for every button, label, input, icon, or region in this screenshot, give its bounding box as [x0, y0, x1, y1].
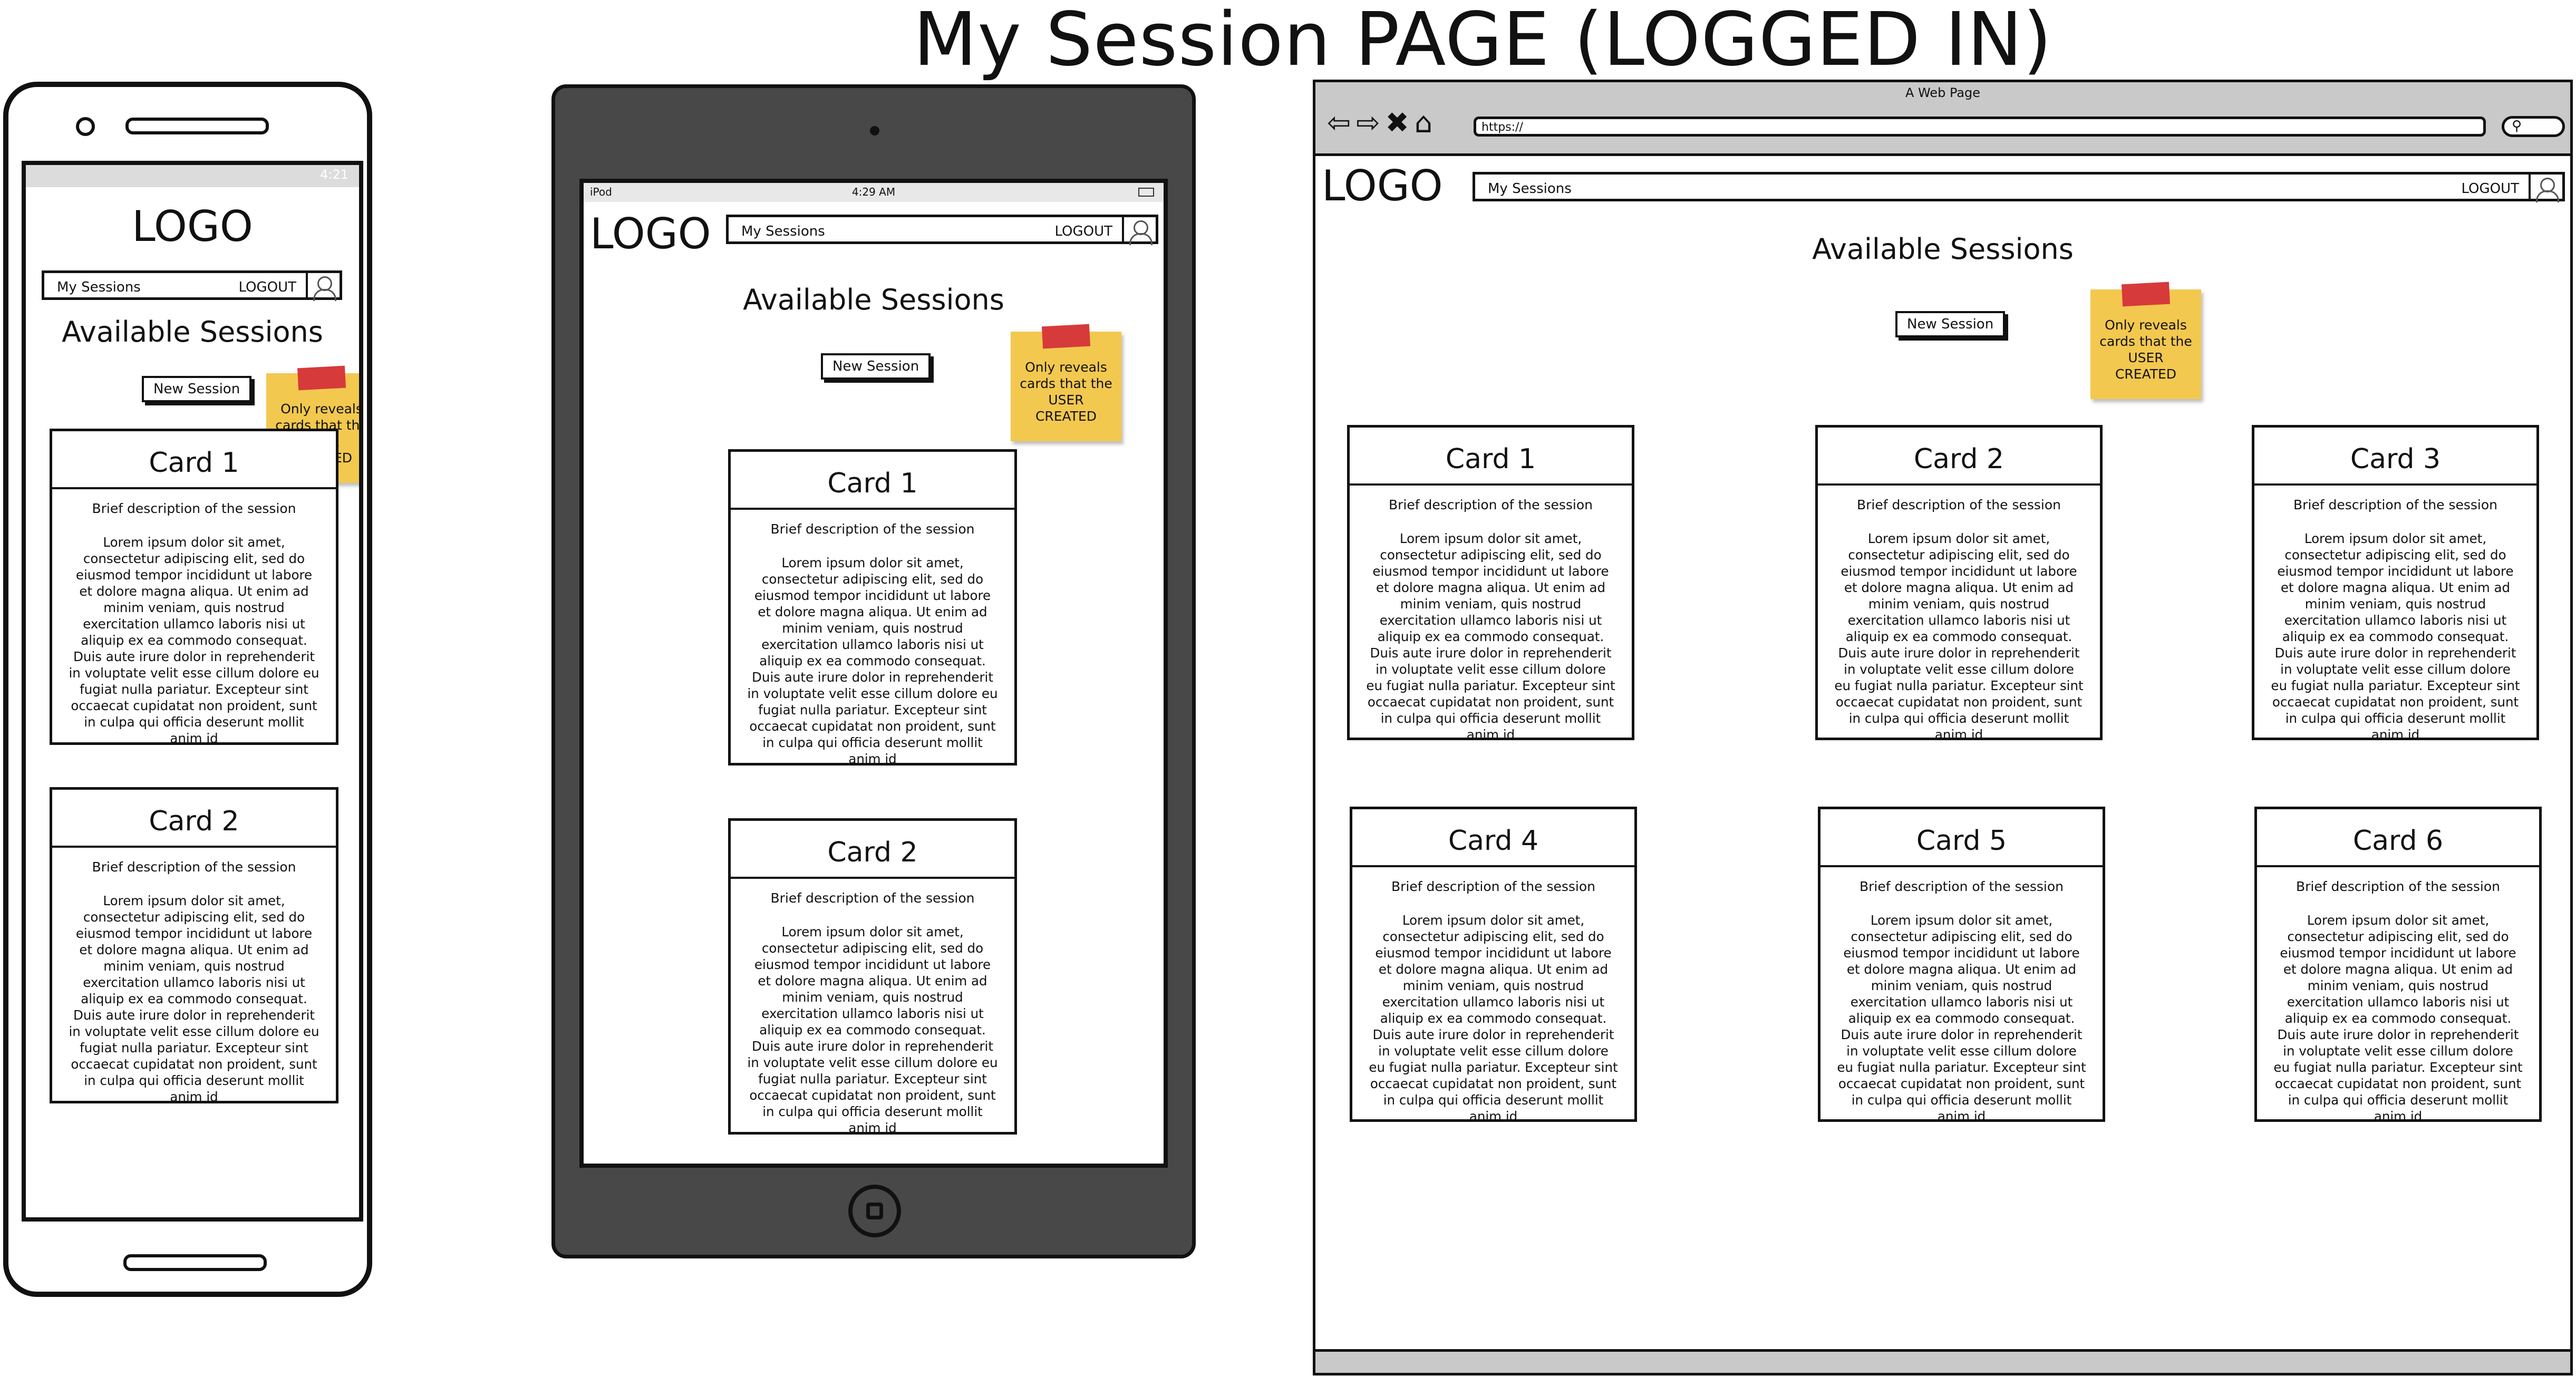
phone-camera-icon [76, 117, 95, 136]
card-description: Brief description of the session [770, 521, 975, 537]
tablet-status-time: 4:29 AM [851, 186, 896, 198]
logo[interactable]: LOGO [590, 209, 711, 258]
tablet-camera-icon [870, 126, 879, 135]
card-title: Card 2 [1818, 428, 2100, 486]
card-body: Lorem ipsum dolor sit amet, consectetur … [69, 893, 319, 1104]
session-card[interactable]: Card 2 Brief description of the session … [50, 787, 338, 1104]
battery-icon [1138, 188, 1154, 197]
card-title: Card 4 [1352, 809, 1634, 867]
logout-button[interactable]: LOGOUT [2461, 181, 2519, 197]
sticky-note-text: Only reveals cards that the USER CREATED [2099, 317, 2192, 382]
phone-speaker-icon [125, 118, 269, 134]
card-title: Card 2 [731, 821, 1014, 879]
card-title: Card 2 [52, 790, 336, 848]
card-title: Card 1 [52, 431, 336, 489]
search-icon[interactable]: ⚲ [2502, 116, 2565, 137]
card-body: Lorem ipsum dolor sit amet, consectetur … [2271, 531, 2520, 742]
new-session-button[interactable]: New Session [142, 376, 252, 402]
session-card[interactable]: Card 1 Brief description of the session … [1347, 425, 1634, 742]
browser-status-bar [1315, 1349, 2570, 1373]
card-body: Lorem ipsum dolor sit amet, consectetur … [2273, 913, 2523, 1124]
available-sessions-heading: Available Sessions [62, 315, 323, 348]
phone-home-bar-icon [123, 1254, 267, 1271]
new-session-button[interactable]: New Session [1895, 311, 2006, 337]
card-title: Card 1 [731, 452, 1014, 510]
session-card[interactable]: Card 1 Brief description of the session … [728, 449, 1017, 767]
phone-screen: 4:21 LOGO My Sessions LOGOUT Available S… [22, 161, 363, 1222]
logout-button[interactable]: LOGOUT [1054, 224, 1112, 239]
tablet-mockup: iPod 4:29 AM LOGO My Sessions LOGOUT Ava… [551, 84, 1196, 1258]
card-description: Brief description of the session [1388, 497, 1593, 512]
back-arrow-icon[interactable]: ⇦ [1327, 106, 1356, 139]
nav-bar: My Sessions LOGOUT [42, 270, 342, 301]
tape-icon [297, 365, 346, 391]
nav-bar: My Sessions LOGOUT [726, 215, 1158, 245]
card-description: Brief description of the session [1859, 879, 2064, 894]
browser-chrome: A Web Page ⇦⇨✖⌂ https:// ⚲ [1315, 82, 2570, 156]
logo[interactable]: LOGO [26, 202, 359, 251]
session-card[interactable]: Card 5 Brief description of the session … [1818, 807, 2105, 1124]
browser-nav-icons: ⇦⇨✖⌂ [1327, 106, 1438, 139]
tape-icon [2121, 282, 2171, 307]
tablet-screen: iPod 4:29 AM LOGO My Sessions LOGOUT Ava… [579, 179, 1168, 1168]
card-description: Brief description of the session [770, 890, 975, 906]
user-avatar-icon[interactable] [1122, 217, 1156, 245]
logout-button[interactable]: LOGOUT [238, 279, 296, 295]
card-description: Brief description of the session [2293, 497, 2497, 512]
session-card[interactable]: Card 1 Brief description of the session … [50, 429, 338, 746]
available-sessions-heading: Available Sessions [743, 283, 1004, 316]
card-body: Lorem ipsum dolor sit amet, consectetur … [1834, 531, 2084, 742]
card-body: Lorem ipsum dolor sit amet, consectetur … [69, 535, 319, 746]
card-title: Card 3 [2254, 428, 2536, 486]
nav-bar: My Sessions LOGOUT [1473, 172, 2565, 202]
phone-status-time: 4:21 [320, 167, 348, 182]
page-title: My Session PAGE (LOGGED IN) [913, 0, 2052, 83]
card-description: Brief description of the session [1391, 879, 1595, 894]
sticky-note: Only reveals cards that the USER CREATED [2090, 282, 2201, 399]
url-bar[interactable]: https:// [1474, 117, 2486, 137]
tablet-home-button-icon [848, 1185, 901, 1237]
card-body: Lorem ipsum dolor sit amet, consectetur … [747, 924, 998, 1136]
user-avatar-icon[interactable] [2529, 175, 2562, 202]
session-card[interactable]: Card 2 Brief description of the session … [728, 818, 1017, 1136]
available-sessions-heading: Available Sessions [1812, 232, 2074, 266]
card-body: Lorem ipsum dolor sit amet, consectetur … [1366, 531, 1615, 742]
session-card[interactable]: Card 4 Brief description of the session … [1350, 807, 1637, 1124]
session-card[interactable]: Card 2 Brief description of the session … [1815, 425, 2103, 742]
forward-arrow-icon[interactable]: ⇨ [1356, 106, 1385, 139]
card-description: Brief description of the session [92, 501, 296, 516]
card-description: Brief description of the session [92, 859, 296, 875]
new-session-button[interactable]: New Session [821, 353, 931, 380]
session-card[interactable]: Card 3 Brief description of the session … [2252, 425, 2539, 742]
card-description: Brief description of the session [2296, 879, 2500, 894]
tape-icon [1041, 324, 1091, 349]
tab-my-sessions[interactable]: My Sessions [57, 279, 141, 295]
tab-my-sessions[interactable]: My Sessions [741, 224, 825, 239]
tab-my-sessions[interactable]: My Sessions [1488, 181, 1572, 197]
browser-mockup: A Web Page ⇦⇨✖⌂ https:// ⚲ LOGO My Sessi… [1313, 80, 2573, 1375]
card-description: Brief description of the session [1856, 497, 2061, 512]
card-body: Lorem ipsum dolor sit amet, consectetur … [1837, 913, 2086, 1124]
session-card[interactable]: Card 6 Brief description of the session … [2254, 807, 2542, 1124]
sticky-note: Only reveals cards that the USER CREATED [1011, 324, 1121, 441]
sticky-note-text: Only reveals cards that the USER CREATED [1020, 360, 1112, 424]
logo[interactable]: LOGO [1322, 161, 1443, 210]
phone-mockup: 4:21 LOGO My Sessions LOGOUT Available S… [3, 82, 372, 1297]
tablet-status-bar: iPod 4:29 AM [584, 183, 1164, 202]
close-x-icon[interactable]: ✖ [1386, 106, 1415, 139]
card-title: Card 5 [1820, 809, 2103, 867]
home-icon[interactable]: ⌂ [1415, 106, 1438, 139]
card-title: Card 6 [2257, 809, 2539, 867]
window-title: A Web Page [1905, 85, 1981, 100]
card-title: Card 1 [1350, 428, 1632, 486]
phone-status-bar: 4:21 [26, 165, 359, 187]
user-avatar-icon[interactable] [306, 273, 340, 301]
card-body: Lorem ipsum dolor sit amet, consectetur … [1369, 913, 1618, 1124]
card-body: Lorem ipsum dolor sit amet, consectetur … [747, 555, 998, 767]
